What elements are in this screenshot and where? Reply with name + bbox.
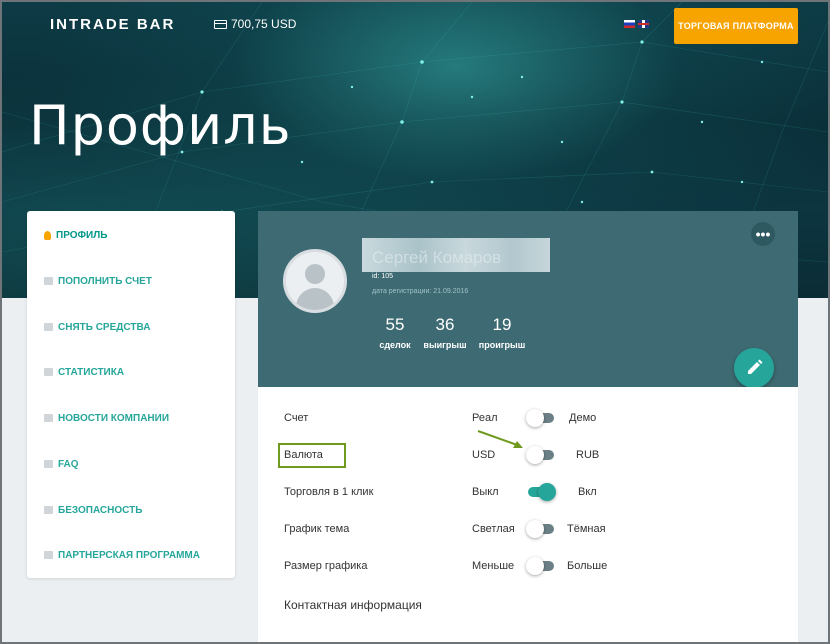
setting-label-chart-theme: График тема — [284, 523, 350, 535]
registration-date: дата регистрации: 21.09.2016 — [372, 288, 469, 295]
balance-value: 700,75 USD — [231, 17, 297, 31]
bar-chart-icon — [44, 368, 53, 376]
chart-theme-toggle[interactable] — [526, 520, 554, 538]
sidebar: ПРОФИЛЬ ПОПОЛНИТЬ СЧЕТ СНЯТЬ СРЕДСТВА СТ… — [27, 211, 235, 578]
sidebar-item-withdraw[interactable]: СНЯТЬ СРЕДСТВА — [44, 319, 150, 335]
currency-toggle[interactable] — [526, 446, 554, 464]
settings-panel: Счет Реал Демо Валюта USD RUB Торговля в… — [258, 387, 798, 642]
sidebar-item-label: СТАТИСТИКА — [58, 366, 125, 378]
logo[interactable]: INTRADE BAR — [50, 16, 175, 33]
option-rub: RUB — [576, 449, 600, 461]
sidebar-item-label: ПРОФИЛЬ — [56, 229, 108, 241]
pencil-icon — [748, 359, 763, 374]
language-switcher — [624, 20, 649, 28]
wallet-icon — [214, 19, 227, 29]
toggle-knob — [526, 557, 544, 575]
option-off: Выкл — [472, 486, 499, 498]
toggle-knob — [538, 483, 556, 501]
stat-label: проигрыш — [478, 340, 526, 350]
uk-flag-icon[interactable] — [638, 20, 649, 28]
sidebar-item-faq[interactable]: FAQ — [44, 456, 79, 472]
partners-icon — [44, 551, 53, 559]
user-id: id: 105 — [372, 273, 394, 280]
keyboard-icon — [44, 460, 53, 468]
sidebar-item-news[interactable]: НОВОСТИ КОМПАНИИ — [44, 410, 169, 426]
option-bigger: Больше — [567, 560, 608, 572]
news-icon — [44, 414, 53, 422]
user-name: Сергей Комаров — [372, 248, 502, 267]
toggle-knob — [526, 520, 544, 538]
sidebar-item-profile[interactable]: ПРОФИЛЬ — [44, 227, 107, 243]
sidebar-item-statistics[interactable]: СТАТИСТИКА — [44, 364, 124, 380]
balance: 700,75 USD — [214, 17, 296, 31]
sidebar-item-label: FAQ — [58, 458, 79, 470]
user-name-blurred: Сергей Комаров — [362, 238, 550, 272]
account-toggle[interactable] — [526, 409, 554, 427]
stat-deals: 55 сделок — [375, 315, 415, 350]
lock-icon — [44, 506, 53, 514]
stat-wins: 36 выигрыш — [420, 315, 470, 350]
more-options-button[interactable]: ••• — [751, 222, 775, 246]
stat-value: 19 — [492, 315, 512, 334]
option-smaller: Меньше — [472, 560, 515, 572]
more-dots-icon: ••• — [755, 226, 771, 242]
setting-label-chart-size: Размер графика — [284, 560, 368, 572]
sidebar-item-partners[interactable]: ПАРТНЕРСКАЯ ПРОГРАММА — [44, 547, 200, 563]
sidebar-item-deposit[interactable]: ПОПОЛНИТЬ СЧЕТ — [44, 273, 152, 289]
stat-label: сделок — [379, 340, 411, 350]
option-dark: Тёмная — [567, 523, 606, 535]
withdraw-icon — [44, 323, 53, 331]
stat-value: 36 — [435, 315, 455, 334]
sidebar-item-label: НОВОСТИ КОМПАНИИ — [58, 412, 170, 424]
sidebar-item-label: БЕЗОПАСНОСТЬ — [58, 504, 143, 516]
sidebar-item-label: ПОПОЛНИТЬ СЧЕТ — [58, 275, 152, 287]
option-on: Вкл — [578, 486, 597, 498]
russian-flag-icon[interactable] — [624, 20, 635, 28]
sidebar-item-security[interactable]: БЕЗОПАСНОСТЬ — [44, 502, 142, 518]
sidebar-item-label: ПАРТНЕРСКАЯ ПРОГРАММА — [58, 549, 200, 561]
avatar-placeholder-icon — [305, 264, 325, 284]
setting-label-account: Счет — [284, 412, 309, 424]
one-click-toggle[interactable] — [526, 483, 556, 501]
sidebar-item-label: СНЯТЬ СРЕДСТВА — [58, 321, 151, 333]
top-bar: INTRADE BAR 700,75 USD ТОРГОВАЯ ПЛАТФОРМ… — [2, 2, 828, 46]
profile-card-header: ••• Сергей Комаров id: 105 дата регистра… — [258, 211, 798, 388]
arrow-pointer-icon — [477, 430, 523, 448]
option-light: Светлая — [472, 523, 515, 535]
avatar[interactable] — [283, 249, 347, 313]
toggle-knob — [526, 446, 544, 464]
setting-label-one-click: Торговля в 1 клик — [284, 486, 374, 498]
edit-profile-button[interactable] — [734, 348, 774, 388]
chart-size-toggle[interactable] — [526, 557, 554, 575]
stat-losses: 19 проигрыш — [475, 315, 529, 350]
toggle-knob — [526, 409, 544, 427]
contact-info-heading: Контактная информация — [284, 598, 422, 612]
cart-icon — [44, 277, 53, 285]
setting-label-currency: Валюта — [284, 449, 323, 461]
stat-label: выигрыш — [423, 340, 467, 350]
option-real: Реал — [472, 412, 498, 424]
user-icon — [44, 230, 51, 240]
stat-value: 55 — [385, 315, 405, 334]
browser-frame: INTRADE BAR 700,75 USD ТОРГОВАЯ ПЛАТФОРМ… — [2, 2, 828, 642]
trading-platform-button[interactable]: ТОРГОВАЯ ПЛАТФОРМА — [674, 8, 798, 44]
option-demo: Демо — [569, 412, 597, 424]
avatar-body-shape — [296, 288, 334, 310]
page-title: Профиль — [29, 94, 292, 157]
